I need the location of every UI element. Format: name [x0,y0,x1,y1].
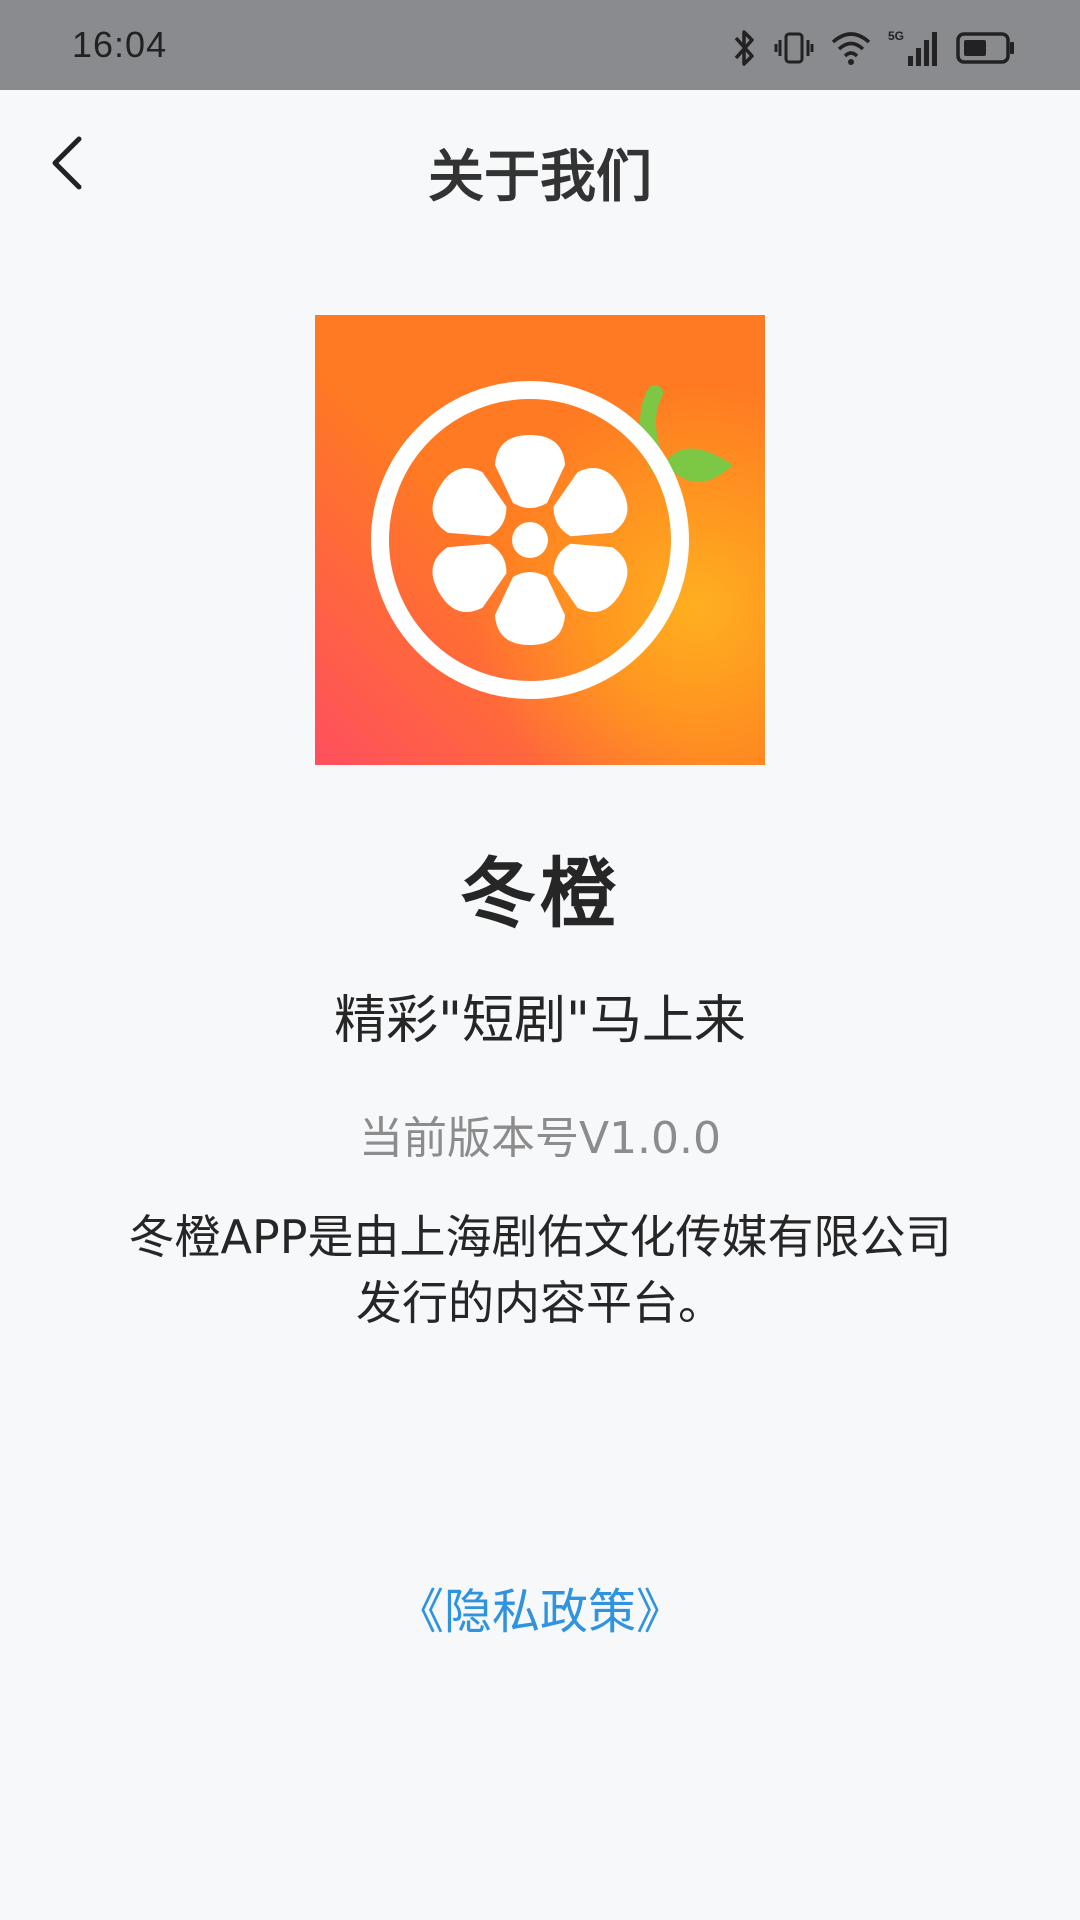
app-description: 冬橙APP是由上海剧佑文化传媒有限公司发行的内容平台。 [128,1210,952,1330]
app-name: 冬橙 [460,849,620,938]
version-label: 当前版本号V1.0.0 [358,1113,722,1164]
svg-text:5G: 5G [888,29,904,43]
app-logo [315,315,765,765]
orange-film-reel-logo [315,315,765,765]
bluetooth-icon [732,28,758,68]
app-slogan: 精彩"短剧"马上来 [334,991,746,1051]
status-bar: 16:04 5G [0,0,1080,90]
page-title: 关于我们 [428,145,652,210]
battery-icon [956,30,1016,66]
status-time: 16:04 [72,24,168,65]
privacy-policy-link[interactable]: 《隐私政策》 [0,1572,1080,1642]
signal-5g-icon: 5G [888,28,940,68]
status-icons: 5G [732,28,1016,68]
vibrate-icon [774,28,814,68]
nav-bar: 关于我们 [0,90,1080,240]
wifi-icon [830,30,872,66]
